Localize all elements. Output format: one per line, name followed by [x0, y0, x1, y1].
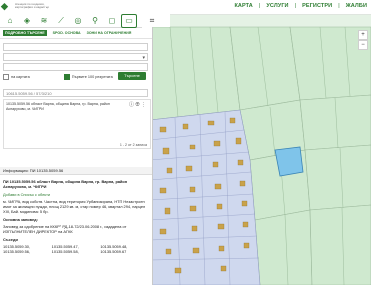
nav-map[interactable]: КАРТА: [234, 2, 252, 11]
parcel-info: ПИ 10135.5059.56 област Варна, община Ва…: [3, 179, 149, 254]
neighbor-link[interactable]: 10135.5059.58,: [52, 249, 101, 254]
parcel-details: м. ЧИГРА, вид собств. Частна, вид терито…: [3, 199, 146, 214]
layers-alt-icon[interactable]: ≋: [37, 15, 51, 27]
app-header: ◆ Агенция по геодезия, картография и кад…: [0, 0, 371, 15]
crop-icon[interactable]: ⌗: [145, 15, 159, 27]
zoom-out-button[interactable]: −: [358, 40, 368, 50]
on-map-checkbox[interactable]: [3, 74, 9, 80]
neighbor-link[interactable]: 10135.5059.67: [100, 249, 149, 254]
result-item-text: 10135.5059.56 област Варна, община Варна…: [6, 102, 110, 106]
nav-separator: |: [338, 3, 340, 9]
search-field-3[interactable]: [3, 63, 148, 71]
result-actions: ⓘ⊕⋮: [129, 101, 147, 108]
tab-restriction-zones[interactable]: Зони на ограничения: [87, 31, 132, 35]
order-text: Заповед за одобрение на КККР° РД-18-72/2…: [3, 224, 127, 234]
nav-complaints[interactable]: ЖАЛБИ: [346, 2, 367, 11]
selected-parcel: [274, 146, 304, 177]
first-100-checkbox[interactable]: [63, 74, 70, 80]
search-button[interactable]: Търсене: [118, 72, 146, 80]
map-toolbar-extra: ⌗: [142, 14, 170, 27]
agency-name: Агенция по геодезия, картография и кадас…: [15, 2, 50, 9]
nav-services[interactable]: УСЛУГИ: [266, 2, 288, 11]
search-field-2[interactable]: ▾: [3, 53, 148, 61]
tab-spod-basis[interactable]: Spod. основа: [53, 31, 81, 35]
result-item-text-2: Аспарухово, м. ЧИГРИ: [6, 106, 44, 111]
result-pager: 1 - 2 от 2 записа: [119, 143, 147, 147]
on-map-label: на картата: [11, 75, 30, 79]
map-toolbar: ⌂ ◈ ≋ ⟋ ◎ ⚲ ◻ ▭: [0, 13, 142, 28]
home-icon[interactable]: ⌂: [3, 15, 17, 27]
more-icon[interactable]: ⋮: [141, 102, 147, 108]
result-filter[interactable]: 10615.5059.56 / 57/3/210: [3, 89, 148, 97]
ruler-icon[interactable]: ⟋: [54, 15, 68, 27]
order-title: Основна заповед:: [3, 216, 38, 222]
nav-separator: |: [258, 3, 261, 9]
nav-registers[interactable]: РЕГИСТРИ: [302, 2, 332, 11]
nav-separator: |: [294, 3, 297, 9]
panel-tabs: Подробно търсене Spod. основа Зони на ог…: [0, 27, 152, 39]
info-title: Информация: ПИ 10135.5059.56: [0, 167, 152, 175]
add-to-list-link[interactable]: Добави в Списък с обекти: [3, 192, 149, 197]
search-field-1[interactable]: [3, 43, 148, 51]
select-active-icon[interactable]: ▭: [121, 13, 137, 28]
parcel-heading: ПИ 10135.5059.56 област Варна, община Ва…: [3, 179, 128, 189]
tab-advanced-search[interactable]: Подробно търсене: [3, 29, 47, 36]
pin-icon[interactable]: ⚲: [88, 15, 102, 27]
neighbors-title: Съседи: [3, 236, 18, 242]
main-nav: КАРТА | УСЛУГИ | РЕГИСТРИ | ЖАЛБИ: [234, 2, 367, 11]
layers-icon[interactable]: ◈: [20, 15, 34, 27]
search-panel: Подробно търсене Spod. основа Зони на ог…: [0, 27, 153, 285]
globe-icon[interactable]: ◎: [71, 15, 85, 27]
neighbor-link[interactable]: 10135.5059.56,: [3, 249, 52, 254]
chevron-down-icon[interactable]: ▾: [142, 54, 145, 62]
neighbors-list: 10135.5059.30, 10135.5059.47, 10135.5059…: [3, 244, 149, 254]
result-item-1[interactable]: 10135.5059.56 област Варна, община Варна…: [6, 102, 126, 111]
first-100-label: Първите 100 резултата: [71, 75, 113, 79]
select-box-icon[interactable]: ◻: [105, 15, 119, 27]
result-list: 10135.5059.56 област Варна, община Варна…: [3, 99, 151, 149]
zoom-in-button[interactable]: +: [358, 30, 368, 40]
